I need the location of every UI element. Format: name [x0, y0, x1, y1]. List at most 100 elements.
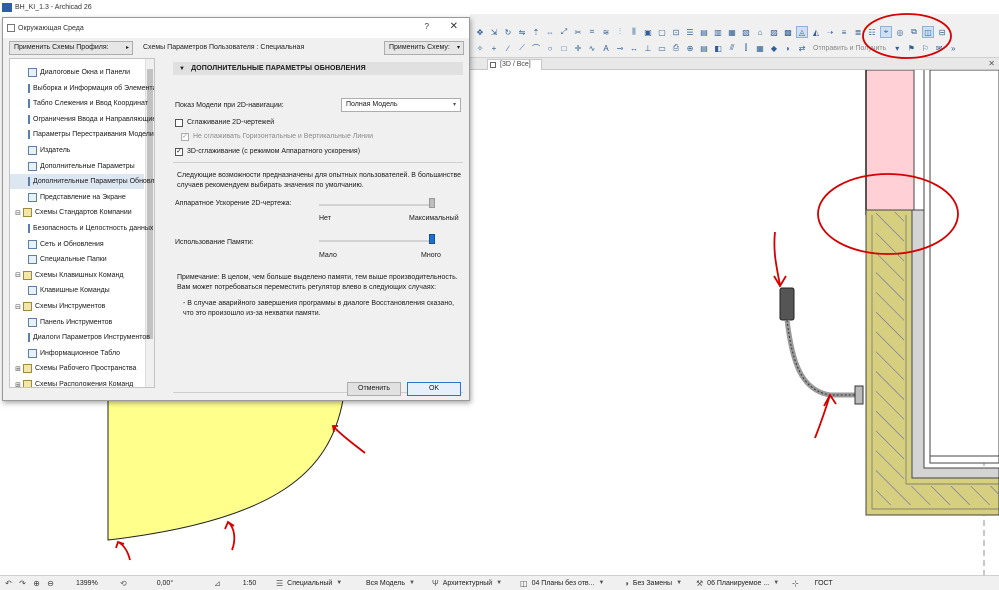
- collapse-icon[interactable]: ⊟: [14, 303, 22, 311]
- pen-set-select[interactable]: Ψ Архитектурный ▼: [428, 576, 516, 590]
- lock-icon[interactable]: ⊡: [670, 26, 682, 38]
- tree-item[interactable]: Дополнительные Параметры: [10, 159, 144, 174]
- mirror-icon[interactable]: ⇋: [516, 26, 528, 38]
- section-icon[interactable]: ◬: [796, 26, 808, 38]
- no-smooth-hv-checkbox[interactable]: ✓: [181, 133, 189, 141]
- tree-item[interactable]: Диалоговые Окна и Панели: [10, 65, 144, 80]
- label-icon[interactable]: ⊸: [614, 42, 626, 54]
- nav-display-select[interactable]: Полная Модель ▾: [341, 98, 461, 112]
- tree-item[interactable]: ⊟ Схемы Стандартов Компании: [12, 205, 146, 220]
- target-icon[interactable]: ◎: [894, 26, 906, 38]
- arc-icon[interactable]: ⌒: [530, 42, 542, 54]
- rectangle-icon[interactable]: □: [558, 42, 570, 54]
- zoom-level[interactable]: 1399%: [56, 576, 112, 590]
- teamwork-icon[interactable]: ⇄: [796, 42, 808, 54]
- tree-item[interactable]: Диалоги Параметров Инструментов: [10, 330, 150, 345]
- tree-item[interactable]: Сеть и Обновления: [10, 237, 144, 252]
- dialog-titlebar[interactable]: Окружающая Среда ? ✕: [3, 18, 469, 38]
- release-icon[interactable]: ⚐: [919, 42, 931, 54]
- tab-3d-all[interactable]: [3D / Все]: [487, 59, 542, 70]
- circle-icon[interactable]: ○: [544, 42, 556, 54]
- rotation-control[interactable]: ⟲ 0,00°: [112, 576, 210, 590]
- distribute-icon[interactable]: ⫼: [628, 26, 640, 38]
- window-icon[interactable]: ⊟: [936, 26, 948, 38]
- level-icon[interactable]: ⊥: [642, 42, 654, 54]
- dimension-standard-select[interactable]: ⊹ ГОСТ: [788, 576, 848, 590]
- section-header[interactable]: ▼ ДОПОЛНИТЕЛЬНЫЕ ПАРАМЕТРЫ ОБНОВЛЕНИЯ: [173, 62, 463, 75]
- ungroup-icon[interactable]: ▢: [656, 26, 668, 38]
- zone-icon[interactable]: ▩: [782, 26, 794, 38]
- camera-icon[interactable]: ⎙: [670, 42, 682, 54]
- cancel-button[interactable]: Отменить: [347, 382, 401, 396]
- close-tab-icon[interactable]: ✕: [988, 59, 995, 68]
- scale-control[interactable]: ⊿ 1:50: [210, 576, 272, 590]
- hw-accel-slider[interactable]: [319, 204, 435, 206]
- expand-icon[interactable]: ⊞: [14, 365, 22, 373]
- fill-pattern-1-icon[interactable]: ≡: [838, 26, 850, 38]
- column-icon[interactable]: ▦: [726, 26, 738, 38]
- apply-scheme-button[interactable]: Применить Схему: ▾: [384, 41, 464, 55]
- worksheet-icon[interactable]: ▤: [698, 42, 710, 54]
- magic-wand-icon[interactable]: ✧: [474, 42, 486, 54]
- layer-combination-select[interactable]: ☰ Специальный ▼: [272, 576, 362, 590]
- tree-item[interactable]: Ограничения Ввода и Направляющие: [10, 112, 154, 127]
- dropdown-icon[interactable]: ▾: [891, 42, 903, 54]
- split-icon[interactable]: ✂: [572, 26, 584, 38]
- rotate-icon[interactable]: ↻: [502, 26, 514, 38]
- text-icon[interactable]: A: [600, 42, 612, 54]
- tree-item[interactable]: ⊟ Схемы Клавишных Команд: [12, 268, 146, 283]
- expand-icon[interactable]: ⊞: [14, 381, 22, 388]
- smooth-3d-checkbox[interactable]: ✓: [175, 148, 183, 156]
- line-icon[interactable]: ∕: [502, 42, 514, 54]
- stair-icon[interactable]: ⫻: [726, 42, 738, 54]
- detail-icon[interactable]: ⊕: [684, 42, 696, 54]
- overflow-icon[interactable]: »: [947, 42, 959, 54]
- tree-item[interactable]: ⊞ Схемы Расположения Команд: [12, 377, 146, 388]
- layer-icon[interactable]: ☰: [684, 26, 696, 38]
- curtain-wall-icon[interactable]: ▦: [754, 42, 766, 54]
- collapse-icon[interactable]: ⊟: [14, 209, 22, 217]
- tree-item[interactable]: ⊞ Схемы Рабочего Пространства: [12, 361, 146, 376]
- view-mode-icon[interactable]: ◫: [922, 26, 934, 38]
- collapse-icon[interactable]: ⊟: [14, 271, 22, 279]
- tree-item[interactable]: Табло Слежения и Ввод Координат: [10, 96, 148, 111]
- renovation-filter-select[interactable]: ⚒ 06 Планируемое ... ▼: [692, 576, 788, 590]
- tree-item[interactable]: Параметры Перестраивания Модели: [10, 127, 154, 142]
- stretch-icon[interactable]: ⇔: [544, 26, 556, 38]
- tree-item[interactable]: Представление на Экране: [10, 190, 144, 205]
- elevate-icon[interactable]: ⇡: [530, 26, 542, 38]
- memory-slider-thumb[interactable]: [429, 234, 435, 244]
- trace-icon[interactable]: ⧉: [908, 26, 920, 38]
- zoom-in-icon[interactable]: ⊕: [31, 578, 42, 589]
- mesh-icon[interactable]: ▨: [768, 26, 780, 38]
- resize-icon[interactable]: ⤢: [558, 26, 570, 38]
- beam-icon[interactable]: ▧: [740, 26, 752, 38]
- model-view-select[interactable]: Вся Модель ▼: [362, 576, 428, 590]
- figure-icon[interactable]: ▭: [656, 42, 668, 54]
- close-icon[interactable]: ✕: [450, 21, 458, 32]
- dimension-icon[interactable]: ↔: [628, 42, 640, 54]
- fill-pattern-2-icon[interactable]: ≣: [852, 26, 864, 38]
- tree-item[interactable]: Выборка и Информация об Элементах: [10, 81, 154, 96]
- shell-icon[interactable]: ◗: [782, 42, 794, 54]
- group-icon[interactable]: ▣: [642, 26, 654, 38]
- spline-icon[interactable]: ∿: [586, 42, 598, 54]
- undo-icon[interactable]: ↶: [3, 578, 14, 589]
- roof-icon[interactable]: ⌂: [754, 26, 766, 38]
- hotspot-icon[interactable]: ✛: [572, 42, 584, 54]
- railing-icon[interactable]: ⫿: [740, 42, 752, 54]
- drag-icon[interactable]: ⇲: [488, 26, 500, 38]
- smooth-2d-checkbox[interactable]: [175, 119, 183, 127]
- tree-item[interactable]: Специальные Папки: [10, 252, 144, 267]
- graphic-override-select[interactable]: ◑ Без Замены ▼: [620, 576, 692, 590]
- tree-item[interactable]: ⊟ Схемы Инструментов: [12, 299, 146, 314]
- morph-icon[interactable]: ◆: [768, 42, 780, 54]
- tree-item[interactable]: Клавишные Команды: [10, 283, 144, 298]
- scrollbar-thumb[interactable]: [147, 69, 153, 339]
- tree-item[interactable]: Дополнительные Параметры Обновления: [10, 174, 154, 190]
- hw-accel-slider-thumb[interactable]: [429, 198, 435, 208]
- message-icon[interactable]: ✉: [933, 42, 945, 54]
- tree-item[interactable]: Издатель: [10, 143, 144, 158]
- ok-button[interactable]: OK: [407, 382, 461, 396]
- send-receive-button[interactable]: Отправить и Получить: [810, 45, 889, 52]
